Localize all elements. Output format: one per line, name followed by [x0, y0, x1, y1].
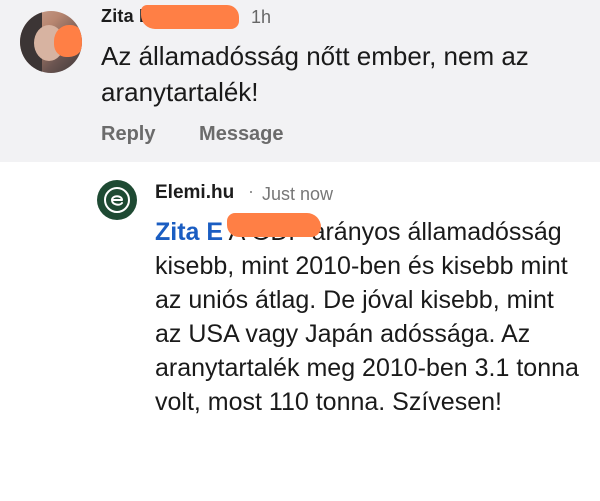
- reply-author-name[interactable]: Elemi.hu: [155, 182, 234, 204]
- mention-link[interactable]: Zita E: [155, 218, 223, 246]
- reply-body: A GDP arányos államadósság kisebb, mint …: [155, 218, 579, 416]
- page-avatar[interactable]: [97, 180, 137, 220]
- reply-button[interactable]: Reply: [101, 123, 155, 145]
- avatar-redaction: [54, 25, 82, 57]
- reply-text: Zita E A GDP arányos államadósság kisebb…: [155, 215, 585, 419]
- elemi-logo-icon: [104, 187, 130, 213]
- comment-timestamp[interactable]: 1h: [251, 7, 271, 28]
- reply-timestamp[interactable]: Just now: [262, 184, 333, 205]
- comment-actions: Reply Message: [101, 123, 284, 146]
- name-redaction: [141, 5, 239, 29]
- mention-redaction: [227, 213, 321, 237]
- comment-text: Az államadósság nőtt ember, nem az arany…: [101, 41, 529, 107]
- message-button[interactable]: Message: [199, 123, 284, 145]
- meta-separator: ·: [248, 181, 254, 201]
- user-avatar[interactable]: [20, 11, 82, 73]
- parent-comment: Zita E 1h Az államadósság nőtt ember, ne…: [0, 0, 600, 162]
- comment-thread: Zita E 1h Az államadósság nőtt ember, ne…: [0, 0, 600, 501]
